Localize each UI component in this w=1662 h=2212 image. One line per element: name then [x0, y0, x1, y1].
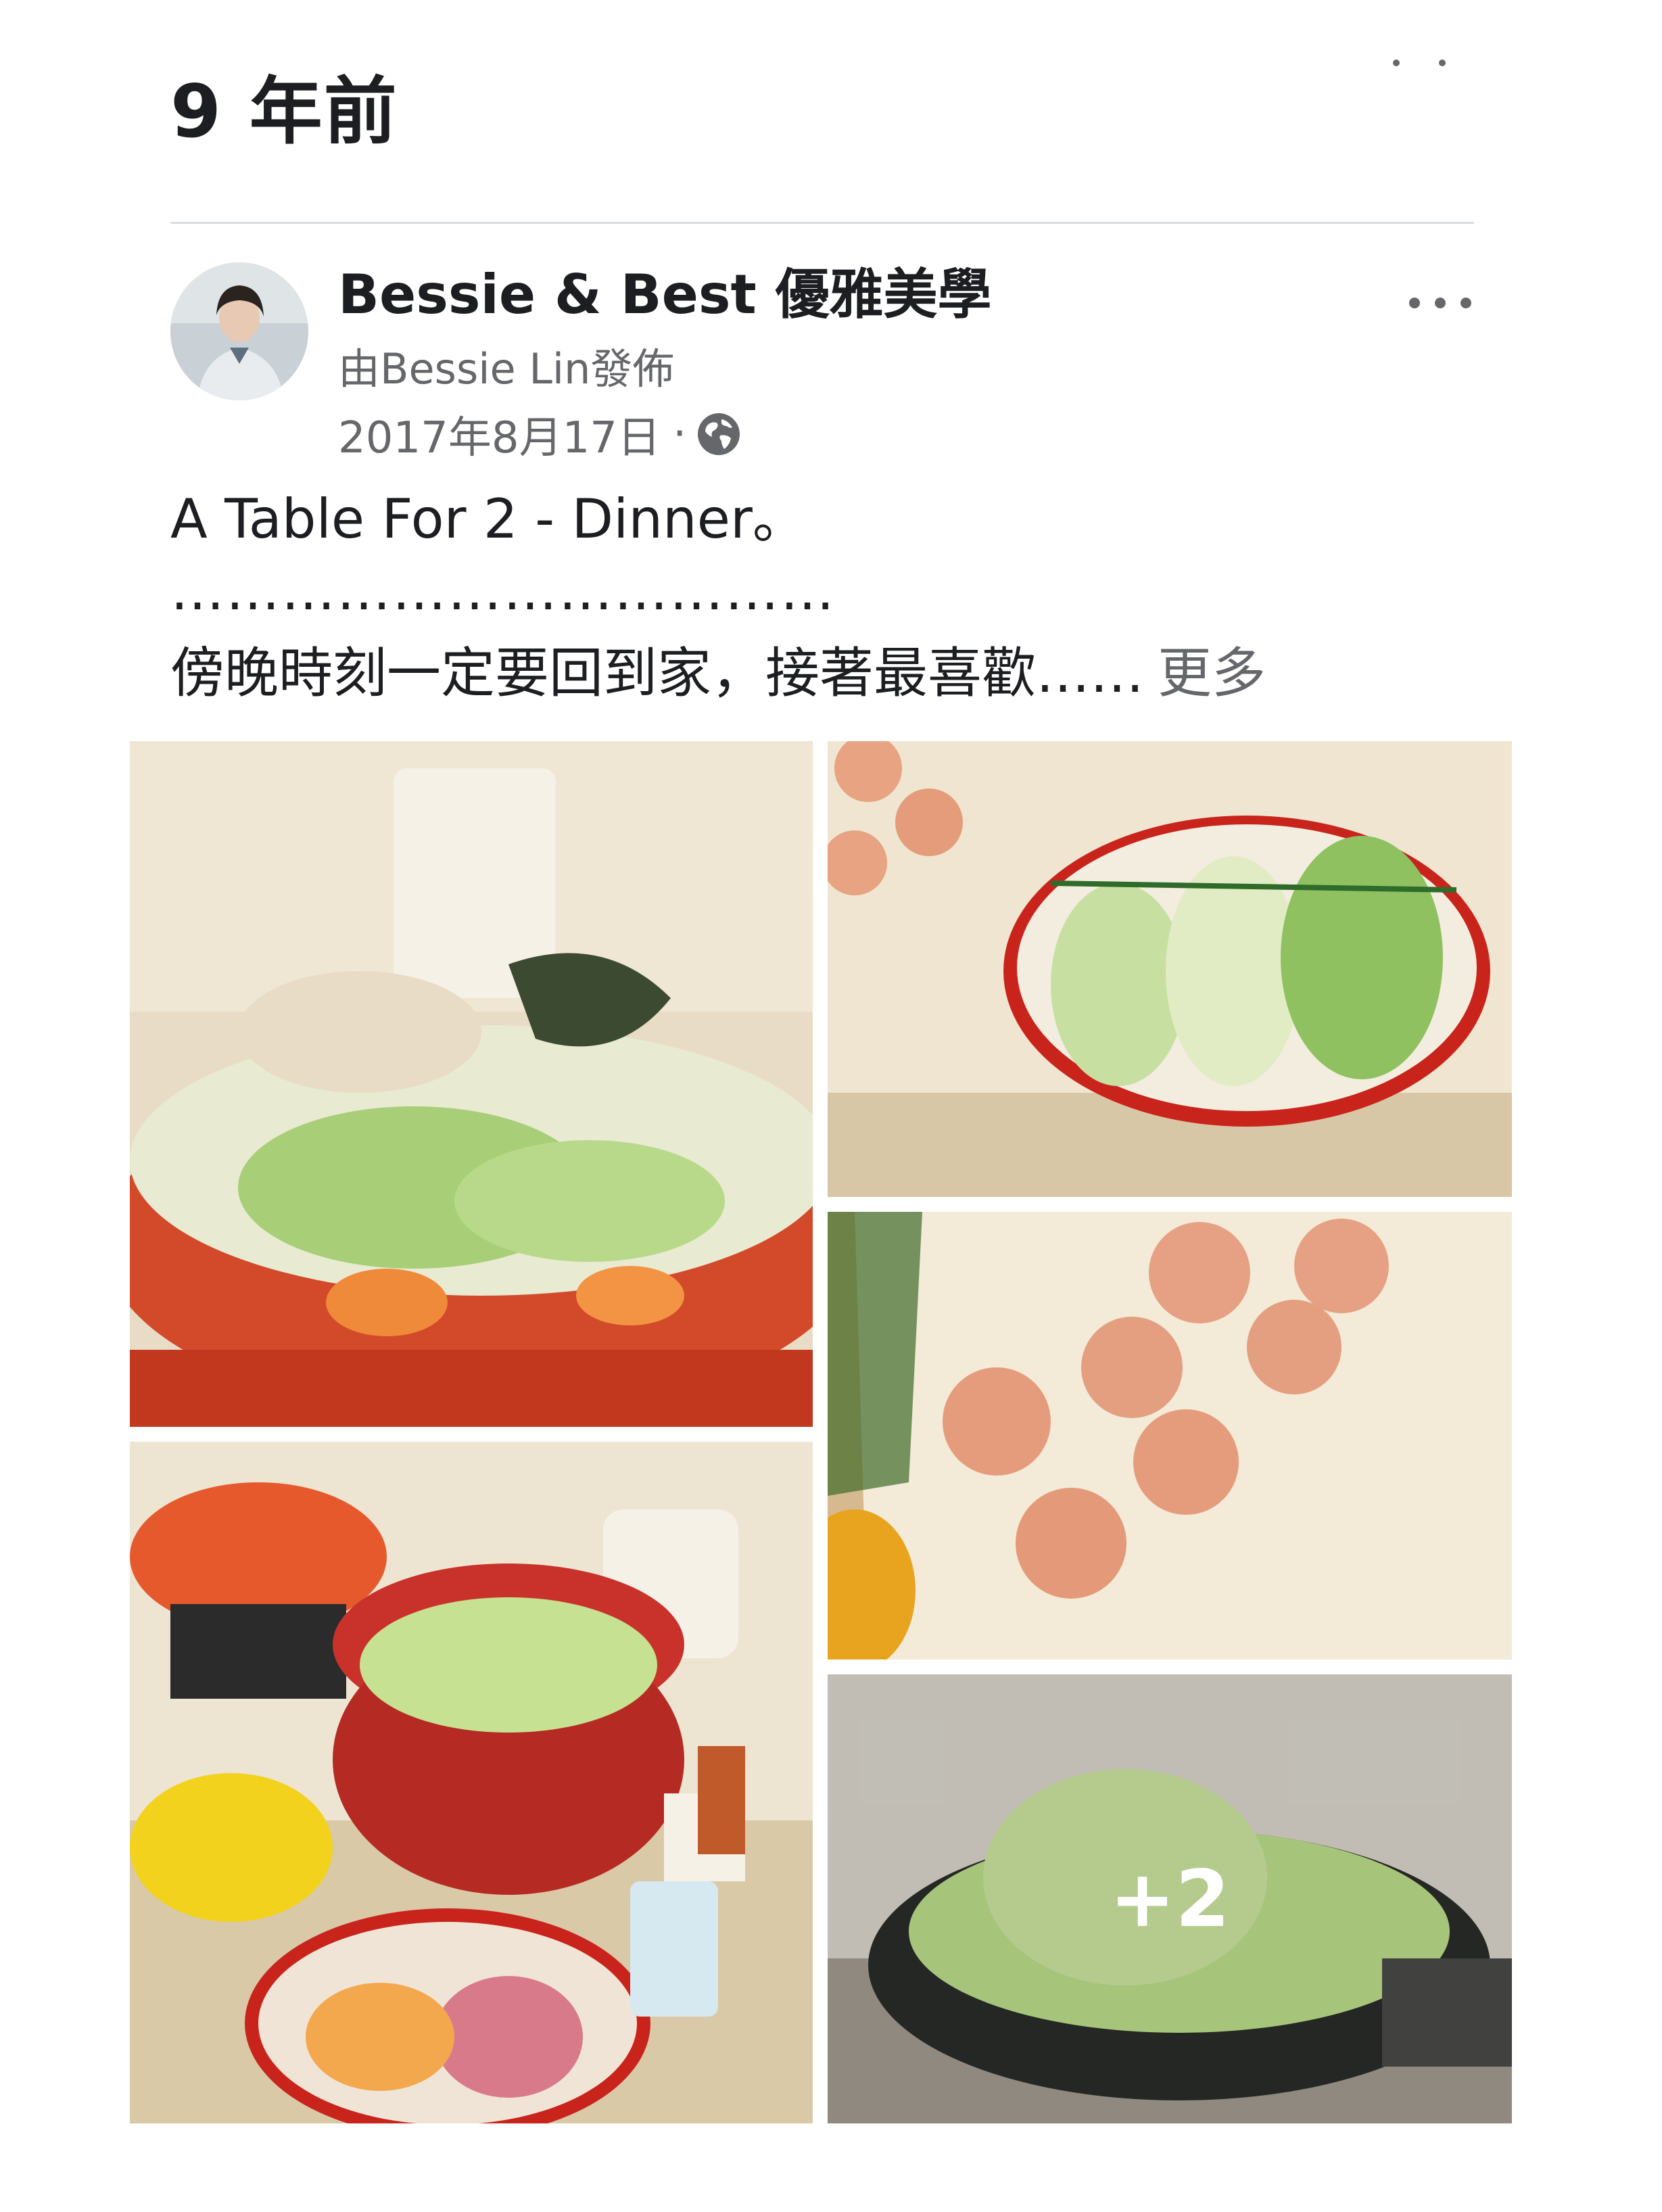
- globe-icon[interactable]: [696, 411, 742, 457]
- cabbage-rolls-photo[interactable]: [828, 741, 1512, 1197]
- post-text-line-3: 傍晚時刻一定要回到家，接著最喜歡…… 更多: [170, 644, 1266, 703]
- meatballs-photo[interactable]: [828, 1212, 1512, 1660]
- cabbage-rolls-image: [828, 741, 1512, 1197]
- hot-pot-image: [130, 741, 813, 1427]
- post-text-line-1: A Table For 2 - Dinner。: [170, 488, 807, 550]
- hot-pot-photo[interactable]: [130, 741, 813, 1427]
- meta-separator: ·: [673, 409, 687, 459]
- post-more-options-button[interactable]: [1406, 284, 1474, 318]
- post-text-excerpt: 傍晚時刻一定要回到家，接著最喜歡……: [170, 642, 1144, 705]
- page-avatar[interactable]: [170, 262, 308, 400]
- posted-by-author: 由Bessie Lin發佈: [338, 344, 675, 394]
- avatar-image: [170, 262, 308, 400]
- ingredients-image: [130, 1442, 813, 2123]
- meatballs-image: [828, 1212, 1512, 1660]
- page-name-link[interactable]: Bessie & Best 優雅美學: [338, 265, 992, 325]
- ingredients-photo[interactable]: [130, 1442, 813, 2123]
- post-date[interactable]: 2017年8月17日: [338, 403, 661, 465]
- section-divider: [170, 222, 1474, 224]
- post-meta-row: 2017年8月17日 ·: [338, 408, 742, 463]
- memory-section-title: 9 年前: [170, 70, 398, 154]
- more-photos-count[interactable]: +2: [828, 1674, 1512, 2123]
- post-text-dotted-line: ………………………………: [170, 559, 836, 622]
- see-more-link[interactable]: 更多: [1158, 642, 1266, 705]
- top-partial-icon: [1386, 60, 1467, 68]
- cabbage-wok-photo[interactable]: +2: [828, 1674, 1512, 2123]
